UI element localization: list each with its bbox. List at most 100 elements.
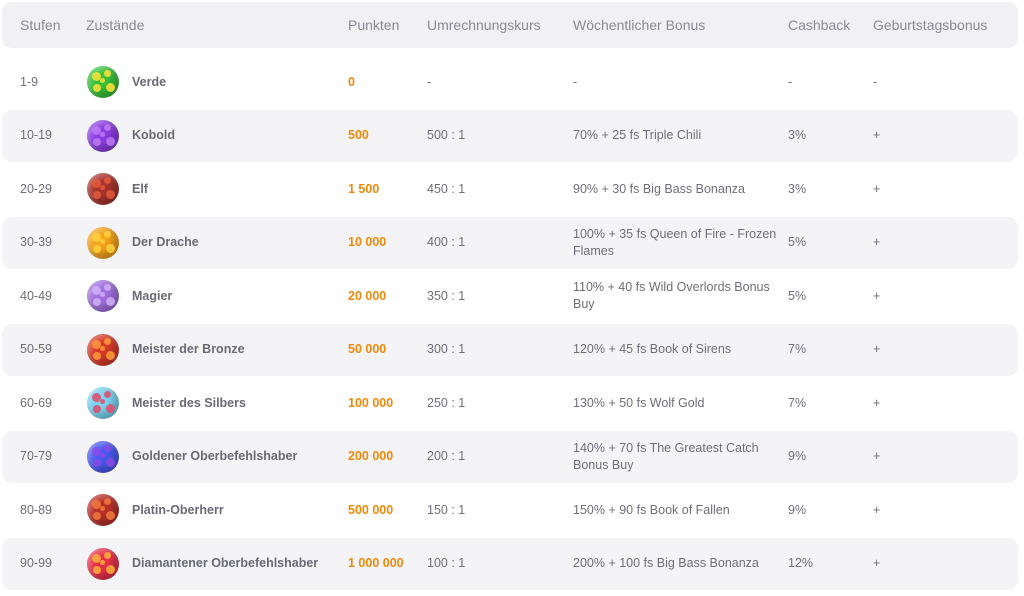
table-row: 90-99 Diamantener Oberbefehlshaber 1 000 0…	[2, 537, 1018, 590]
status-icon-cell	[85, 56, 121, 108]
green-planet-icon	[87, 66, 119, 98]
red-orange-planet-icon	[87, 333, 119, 366]
points-value: 50 000	[348, 342, 387, 356]
status-name: Verde	[132, 74, 167, 89]
status-icon-cell	[85, 377, 121, 429]
header-level: Stufen	[20, 16, 61, 33]
status-icon-cell	[85, 431, 121, 483]
points-value: 1 500	[348, 181, 380, 196]
weekly-bonus: 150% + 90 fs Book of Fallen	[573, 502, 730, 517]
table-row: 40-49 Magier 20 000 350 : 1 110% + 40 fs Wil…	[2, 270, 1018, 322]
status-name: Elf	[132, 181, 148, 196]
conversion-rate: 200 : 1	[427, 449, 466, 463]
header-cashback: Cashback	[788, 16, 851, 33]
conversion-rate: 100 : 1	[427, 556, 466, 570]
points-value: 10 000	[348, 235, 387, 249]
weekly-bonus: 100% + 35 fs Queen of Fire - Frozen Flam…	[573, 226, 777, 258]
header-status: Zustände	[86, 16, 145, 33]
level-cell: 60-69	[20, 395, 52, 410]
table-row: 50-59 Meister der Bronze 50 000 300 : 1 120%…	[2, 323, 1018, 376]
conversion-rate: 400 : 1	[427, 235, 466, 249]
level-cell: 1-9	[20, 74, 39, 89]
level-cell: 70-79	[20, 449, 52, 463]
header-points: Punkten	[348, 16, 400, 33]
conversion-rate: 150 : 1	[427, 502, 466, 517]
status-icon-cell	[85, 270, 121, 322]
status-icon-cell	[85, 163, 121, 215]
weekly-bonus: 110% + 40 fs Wild Overlords Bonus Buy	[573, 280, 770, 311]
status-icon-cell	[85, 538, 121, 590]
vip-levels-table: Stufen Zustände Punkten Umrechnungskurs …	[0, 0, 1024, 596]
birthday-bonus: -	[873, 74, 878, 89]
status-name: Meister des Silbers	[132, 395, 246, 410]
header-birthday-bonus: Geburtstagsbonus	[873, 16, 988, 33]
lilac-planet-icon	[87, 280, 119, 312]
level-cell: 10-19	[20, 128, 52, 142]
table-row: 80-89 Platin-Oberherr 500 000 150 : 1 150% +…	[2, 484, 1018, 536]
birthday-bonus: +	[873, 288, 881, 303]
status-icon-cell	[85, 110, 121, 162]
level-cell: 20-29	[20, 181, 52, 196]
level-cell: 90-99	[20, 556, 52, 570]
status-icon-cell	[85, 324, 121, 376]
conversion-rate: 350 : 1	[427, 288, 466, 303]
birthday-bonus: +	[873, 556, 881, 570]
light-blue-planet-icon	[87, 387, 119, 419]
table-header: Stufen Zustände Punkten Umrechnungskurs …	[2, 2, 1018, 48]
points-value: 500 000	[348, 502, 394, 517]
red-rock-planet-icon	[87, 173, 119, 205]
conversion-rate: -	[427, 74, 432, 89]
cashback-value: 3%	[788, 181, 807, 196]
cashback-value: 3%	[788, 128, 807, 142]
orange-planet-icon	[87, 226, 119, 259]
birthday-bonus: +	[873, 181, 881, 196]
birthday-bonus: +	[873, 342, 881, 356]
status-name: Goldener Oberbefehlshaber	[132, 449, 298, 463]
status-icon-cell	[85, 484, 121, 536]
cashback-value: 9%	[788, 449, 807, 463]
weekly-bonus: 130% + 50 fs Wolf Gold	[573, 395, 705, 410]
cashback-value: 9%	[788, 502, 807, 517]
weekly-bonus: -	[573, 74, 578, 89]
cashback-value: 7%	[788, 342, 807, 356]
weekly-bonus: 90% + 30 fs Big Bass Bonanza	[573, 181, 745, 196]
status-name: Kobold	[132, 128, 176, 142]
birthday-bonus: +	[873, 128, 881, 142]
level-cell: 40-49	[20, 288, 52, 303]
cashback-value: 7%	[788, 395, 807, 410]
table-row: 1-9 Verde 0 - - - -	[2, 56, 1018, 108]
purple-planet-icon	[87, 119, 119, 152]
status-name: Meister der Bronze	[132, 342, 245, 356]
points-value: 0	[348, 74, 355, 89]
cashback-value: -	[788, 74, 793, 89]
table-row: 70-79 Goldener Oberbefehlshaber 200 000 200…	[2, 430, 1018, 483]
birthday-bonus: +	[873, 449, 881, 463]
birthday-bonus: +	[873, 395, 881, 410]
conversion-rate: 450 : 1	[427, 181, 466, 196]
conversion-rate: 300 : 1	[427, 342, 466, 356]
level-cell: 50-59	[20, 342, 52, 356]
table-row: 10-19 Kobold 500 500 : 1 70% + 25 fs Triple …	[2, 109, 1018, 162]
points-value: 100 000	[348, 395, 394, 410]
birthday-bonus: +	[873, 502, 881, 517]
level-cell: 80-89	[20, 502, 52, 517]
status-name: Diamantener Oberbefehlshaber	[132, 556, 319, 570]
weekly-bonus: 140% + 70 fs The Greatest Catch Bonus Bu…	[573, 440, 759, 472]
cashback-value: 5%	[788, 235, 807, 249]
weekly-bonus: 120% + 45 fs Book of Sirens	[573, 342, 732, 356]
cashback-value: 5%	[788, 288, 807, 303]
status-icon-cell	[85, 217, 121, 269]
points-value: 200 000	[348, 449, 394, 463]
points-value: 1 000 000	[348, 556, 404, 570]
level-cell: 30-39	[20, 235, 52, 249]
status-name: Magier	[132, 288, 173, 303]
points-value: 20 000	[348, 288, 387, 303]
weekly-bonus: 200% + 100 fs Big Bass Bonanza	[573, 556, 759, 570]
birthday-bonus: +	[873, 235, 881, 249]
table-row: 30-39 Der Drache 10 000 400 : 1 100% + 35 fs…	[2, 216, 1018, 269]
header-rate: Umrechnungskurs	[427, 16, 541, 33]
table-row: 20-29 Elf 1 500 450 : 1 90% + 30 fs Big Bass…	[2, 163, 1018, 215]
pink-red-planet-icon	[87, 547, 119, 580]
blue-planet-icon	[87, 440, 119, 473]
conversion-rate: 250 : 1	[427, 395, 466, 410]
